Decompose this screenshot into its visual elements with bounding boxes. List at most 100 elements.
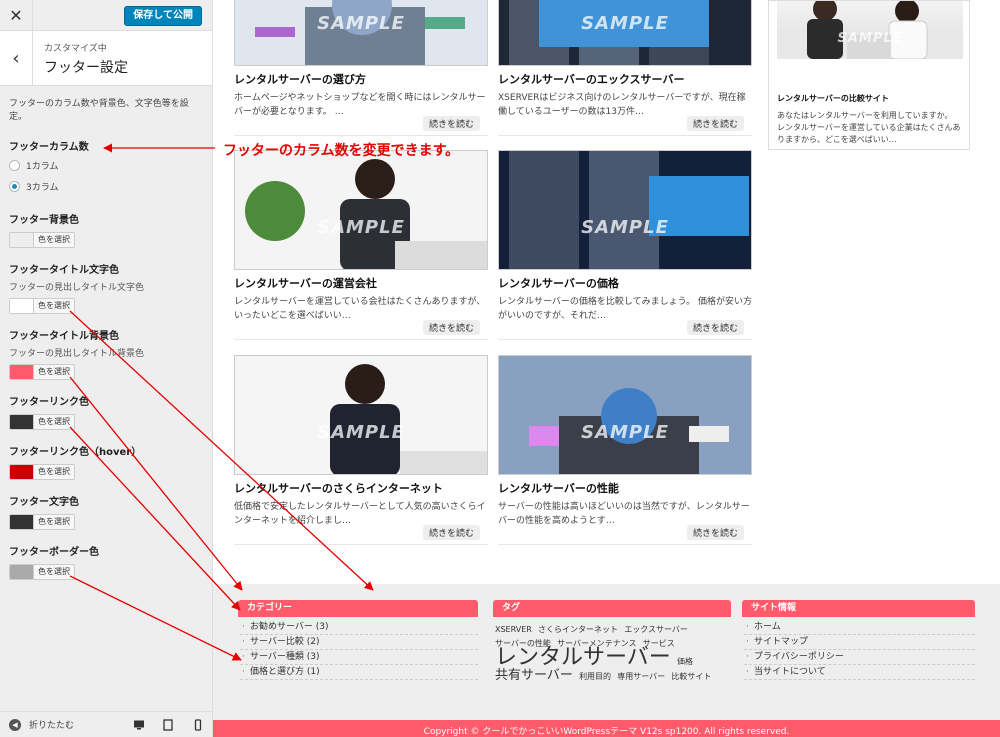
footer-widget-title: タグ	[493, 600, 731, 617]
color-picker-button[interactable]: 色を選択	[9, 464, 75, 480]
color-swatch[interactable]	[10, 465, 33, 479]
color-sublabel: フッターの見出しタイトル背景色	[9, 349, 145, 359]
footer-link[interactable]: サーバー種類 (3)	[240, 650, 478, 665]
color-picker-label[interactable]: 色を選択	[33, 299, 74, 313]
tag-link[interactable]: XSERVER	[495, 625, 532, 634]
post-card[interactable]: SAMPLE レンタルサーバーのさくらインターネット 低価格で安定したレンタルサーバ…	[234, 355, 488, 545]
tag-link[interactable]: レンタルサーバー	[495, 645, 671, 670]
radio-button[interactable]	[9, 181, 20, 192]
footer-link[interactable]: 価格と選び方 (1)	[240, 665, 478, 680]
close-icon[interactable]: ✕	[0, 0, 33, 31]
tag-link[interactable]: 比較サイト	[671, 672, 711, 681]
color-swatch[interactable]	[10, 365, 33, 379]
read-more-button[interactable]: 続きを読む	[422, 320, 480, 335]
tablet-preview-icon[interactable]	[162, 719, 174, 731]
post-thumbnail[interactable]: SAMPLE	[234, 150, 488, 270]
save-publish-button[interactable]: 保存して公開	[124, 6, 202, 26]
back-icon[interactable]: ‹	[0, 31, 33, 86]
footer-tags-widget: タグ XSERVER さくらインターネット エックスサーバー サーバーの性能 サ…	[493, 600, 731, 684]
read-more-button[interactable]: 続きを読む	[422, 525, 480, 540]
tag-link[interactable]: エックスサーバー	[624, 625, 688, 634]
color-picker-label[interactable]: 色を選択	[33, 515, 74, 529]
color-picker-button[interactable]: 色を選択	[9, 414, 75, 430]
post-card[interactable]: SAMPLE レンタルサーバーの運営会社 レンタルサーバーを運営している会社はたくさ…	[234, 150, 488, 340]
footer-link[interactable]: サーバー比較 (2)	[240, 635, 478, 650]
post-thumbnail[interactable]: SAMPLE	[777, 1, 963, 59]
tag-cloud: XSERVER さくらインターネット エックスサーバー サーバーの性能 サーバー…	[493, 617, 731, 684]
post-title[interactable]: レンタルサーバーの選び方	[234, 71, 488, 87]
footer-link[interactable]: ホーム	[744, 620, 975, 635]
collapse-label[interactable]: 折りたたむ	[29, 718, 74, 731]
post-thumbnail[interactable]: SAMPLE	[498, 150, 752, 270]
footer-link[interactable]: サイトマップ	[744, 635, 975, 650]
post-card[interactable]: SAMPLE レンタルサーバーのエックスサーバー XSERVERはビジネス向けのレン…	[498, 0, 752, 136]
color-picker-label[interactable]: 色を選択	[33, 415, 74, 429]
color-picker-button[interactable]: 色を選択	[9, 298, 75, 314]
color-picker-button[interactable]: 色を選択	[9, 564, 75, 580]
color-label: フッター文字色	[9, 497, 79, 508]
card-divider	[234, 544, 488, 545]
color-control: フッター背景色色を選択	[9, 211, 203, 250]
color-picker-label[interactable]: 色を選択	[33, 465, 74, 479]
post-title[interactable]: レンタルサーバーの比較サイト	[777, 93, 969, 104]
card-divider	[234, 135, 488, 136]
color-control: フッタータイトル背景色 フッターの見出しタイトル背景色 色を選択	[9, 327, 203, 382]
tag-link[interactable]: 専用サーバー	[617, 672, 665, 681]
radio-label[interactable]: 1カラム	[26, 159, 58, 172]
color-picker-label[interactable]: 色を選択	[33, 365, 74, 379]
tag-link[interactable]: 共有サーバー	[495, 668, 573, 683]
mobile-preview-icon[interactable]	[192, 719, 204, 731]
post-title[interactable]: レンタルサーバーのエックスサーバー	[498, 71, 752, 87]
post-thumbnail[interactable]: SAMPLE	[498, 355, 752, 475]
sample-watermark: SAMPLE	[317, 422, 405, 443]
color-picker-button[interactable]: 色を選択	[9, 364, 75, 380]
footer-link[interactable]: 当サイトについて	[744, 665, 975, 680]
post-title[interactable]: レンタルサーバーの価格	[498, 275, 752, 291]
color-label: フッター背景色	[9, 215, 79, 226]
sidebar-post-card[interactable]: SAMPLE レンタルサーバーの比較サイト あなたはレンタルサーバーを利用してい…	[768, 0, 970, 150]
color-swatch[interactable]	[10, 299, 33, 313]
color-swatch[interactable]	[10, 565, 33, 579]
tag-link[interactable]: さくらインターネット	[538, 625, 618, 634]
tag-link[interactable]: 価格	[677, 657, 693, 666]
color-swatch[interactable]	[10, 415, 33, 429]
tag-link[interactable]: 利用目的	[579, 672, 611, 681]
post-card[interactable]: SAMPLE レンタルサーバーの価格 レンタルサーバーの価格を比較してみましょう。 …	[498, 150, 752, 340]
footer-link[interactable]: プライバシーポリシー	[744, 650, 975, 665]
footer-link[interactable]: お勧めサーバー (3)	[240, 620, 478, 635]
post-title[interactable]: レンタルサーバーの性能	[498, 480, 752, 496]
post-thumbnail[interactable]: SAMPLE	[234, 355, 488, 475]
color-picker-button[interactable]: 色を選択	[9, 232, 75, 248]
color-swatch[interactable]	[10, 515, 33, 529]
radio-button[interactable]	[9, 160, 20, 171]
footer-categories-widget: カテゴリー お勧めサーバー (3)サーバー比較 (2)サーバー種類 (3)価格と…	[238, 600, 478, 680]
post-title[interactable]: レンタルサーバーのさくらインターネット	[234, 480, 488, 496]
post-thumbnail[interactable]: SAMPLE	[498, 0, 752, 66]
post-excerpt: ホームページやネットショップなどを開く時にはレンタルサーバーが必要となります。 …	[234, 93, 486, 117]
post-excerpt: XSERVERはビジネス向けのレンタルサーバーですが、現在稼働しているユーザーの…	[498, 93, 746, 117]
column-option[interactable]: 1カラム	[9, 159, 203, 172]
read-more-button[interactable]: 続きを読む	[686, 116, 744, 131]
radio-label[interactable]: 3カラム	[26, 180, 58, 193]
section-header: ‹ カスタマイズ中 フッター設定	[0, 31, 212, 86]
column-option[interactable]: 3カラム	[9, 180, 203, 193]
annotation-label: フッターのカラム数を変更できます。	[223, 143, 460, 159]
color-picker-label[interactable]: 色を選択	[33, 233, 74, 247]
collapse-icon[interactable]: ◀	[9, 718, 21, 731]
color-picker-label[interactable]: 色を選択	[33, 565, 74, 579]
footer-widget-title: サイト情報	[742, 600, 975, 617]
read-more-button[interactable]: 続きを読む	[422, 116, 480, 131]
site-info-list: ホームサイトマッププライバシーポリシー当サイトについて	[742, 617, 975, 680]
post-card[interactable]: SAMPLE レンタルサーバーの選び方ホームページやネットショップなどを開く時には…	[234, 0, 488, 136]
color-picker-button[interactable]: 色を選択	[9, 514, 75, 530]
desktop-preview-icon[interactable]	[133, 719, 145, 731]
post-card[interactable]: SAMPLE レンタルサーバーの性能 サーバーの性能は高いほどいいのは当然ですが、レ…	[498, 355, 752, 545]
color-controls: フッター背景色 色を選択 フッタータイトル文字色 フッターの見出しタイトル文字色 色を選…	[9, 211, 203, 582]
column-count-radio-group: 1カラム 3カラム	[9, 159, 203, 193]
read-more-button[interactable]: 続きを読む	[686, 525, 744, 540]
post-thumbnail[interactable]: SAMPLE	[234, 0, 488, 66]
read-more-button[interactable]: 続きを読む	[686, 320, 744, 335]
color-swatch[interactable]	[10, 233, 33, 247]
card-divider	[498, 135, 752, 136]
post-title[interactable]: レンタルサーバーの運営会社	[234, 275, 488, 291]
